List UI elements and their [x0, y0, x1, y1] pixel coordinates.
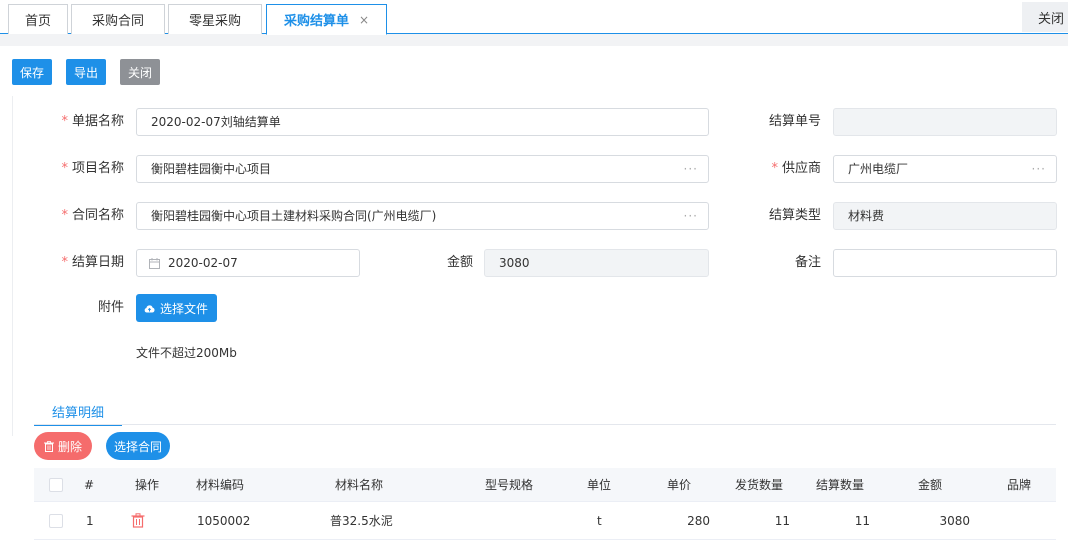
tab-purchase-contract[interactable]: 采购合同 [71, 4, 165, 34]
field-value: 材料费 [848, 209, 885, 223]
row-index: 1 [86, 513, 94, 528]
row-code: 1050002 [197, 513, 251, 528]
select-contract-button[interactable]: 选择合同 [106, 432, 170, 460]
col-code: 材料编码 [196, 478, 245, 492]
close-button[interactable]: 关闭 [120, 59, 160, 85]
tab-label: 首页 [24, 14, 51, 29]
required-mark: * [61, 208, 68, 223]
remark-label: 备注 [794, 255, 821, 270]
col-name: 材料名称 [335, 478, 384, 492]
more-icon[interactable]: ··· [1032, 156, 1046, 182]
required-mark: * [61, 161, 68, 176]
table-row[interactable]: 1 1050002 普32.5水泥 t 280 11 11 3080 [34, 502, 1056, 540]
col-index: # [84, 477, 95, 492]
tab-divider [34, 424, 1056, 425]
cloud-upload-icon [144, 304, 155, 312]
upload-file-button[interactable]: 选择文件 [136, 294, 217, 322]
project-lookup[interactable]: 衡阳碧桂园衡中心项目 ··· [136, 155, 709, 183]
settle-no-input [833, 108, 1057, 136]
trash-icon [131, 513, 145, 528]
row-name: 普32.5水泥 [330, 514, 393, 528]
select-all-checkbox[interactable] [34, 468, 78, 501]
more-icon[interactable]: ··· [684, 203, 698, 229]
amount-label: 金额 [446, 255, 473, 270]
export-button[interactable]: 导出 [66, 59, 106, 85]
row-unit: t [597, 513, 602, 528]
row-price: 280 [687, 513, 710, 528]
field-value: 2020-02-07 [168, 256, 238, 270]
field-value: 2020-02-07刘轴结算单 [151, 115, 281, 129]
tab-sporadic-purchase[interactable]: 零星采购 [168, 4, 262, 34]
upload-hint: 文件不超过200Mb [136, 346, 237, 360]
field-value: 3080 [499, 256, 530, 270]
tab-label: 采购合同 [91, 14, 144, 29]
settle-type-label: 结算类型 [768, 208, 821, 223]
col-ship-qty: 发货数量 [735, 478, 784, 492]
settle-type-input: 材料费 [833, 202, 1057, 230]
label-text: 单据名称 [71, 114, 124, 129]
tab-bar: 首页 采购合同 零星采购 采购结算单 × 关闭 [0, 0, 1068, 35]
field-value: 衡阳碧桂园衡中心项目土建材料采购合同(广州电缆厂) [151, 209, 437, 223]
date-label: * 结算日期 [13, 249, 124, 277]
save-button[interactable]: 保存 [12, 59, 52, 85]
label-text: 项目名称 [71, 161, 124, 176]
doc-name-input[interactable]: 2020-02-07刘轴结算单 [136, 108, 709, 136]
col-brand: 品牌 [1007, 478, 1032, 492]
main-panel: 保存 导出 关闭 * 单据名称 2020-02-07刘轴结算单 结算单号 * 项目名… [0, 46, 1068, 553]
col-spec: 型号规格 [485, 478, 534, 492]
more-icon[interactable]: ··· [684, 156, 698, 182]
required-mark: * [61, 255, 68, 270]
required-mark: * [771, 161, 778, 176]
label-text: 供应商 [781, 161, 821, 176]
tab-settlement-detail[interactable]: 结算明细 [34, 398, 122, 426]
trash-icon [43, 440, 54, 452]
calendar-icon [149, 258, 160, 269]
delete-button-label: 删除 [57, 439, 82, 454]
close-all-label: 关闭 [1038, 11, 1065, 27]
tab-label: 零星采购 [188, 14, 241, 29]
close-icon[interactable]: × [359, 13, 369, 27]
row-ship-qty: 11 [774, 513, 790, 528]
field-value: 广州电缆厂 [848, 162, 909, 176]
attachment-label: 附件 [97, 300, 124, 315]
settlement-form: * 单据名称 2020-02-07刘轴结算单 结算单号 * 项目名称 衡阳碧桂园衡中… [12, 96, 1068, 436]
row-settle-qty: 11 [854, 513, 870, 528]
col-amount: 金额 [918, 478, 943, 492]
table-header: # 操作 材料编码 材料名称 型号规格 单位 单价 发货数量 结算数量 金额 品… [34, 468, 1056, 502]
supplier-label: * 供应商 [713, 155, 821, 183]
contract-label: * 合同名称 [13, 202, 124, 230]
row-amount: 3080 [939, 513, 970, 528]
field-value: 衡阳碧桂园衡中心项目 [151, 162, 272, 176]
required-mark: * [61, 114, 68, 129]
col-unit: 单位 [587, 478, 612, 492]
tab-purchase-settlement[interactable]: 采购结算单 × [266, 4, 387, 35]
delete-button[interactable]: 删除 [34, 432, 92, 460]
checkbox-box [49, 477, 63, 492]
label-text: 结算日期 [71, 255, 124, 270]
doc-name-label: * 单据名称 [13, 108, 124, 136]
label-text: 合同名称 [71, 208, 124, 223]
checkbox-box [49, 513, 63, 528]
project-label: * 项目名称 [13, 155, 124, 183]
settle-no-label: 结算单号 [768, 114, 821, 129]
remark-input[interactable] [833, 249, 1057, 277]
row-delete-action[interactable] [131, 502, 145, 539]
upload-button-label: 选择文件 [160, 301, 209, 316]
contract-lookup[interactable]: 衡阳碧桂园衡中心项目土建材料采购合同(广州电缆厂) ··· [136, 202, 709, 230]
col-settle-qty: 结算数量 [816, 478, 865, 492]
tab-label: 采购结算单 [283, 14, 349, 29]
supplier-lookup[interactable]: 广州电缆厂 ··· [833, 155, 1057, 183]
tab-home[interactable]: 首页 [8, 4, 68, 34]
amount-input: 3080 [484, 249, 709, 277]
date-picker[interactable]: 2020-02-07 [136, 249, 360, 277]
row-checkbox[interactable] [34, 502, 78, 539]
close-all-tabs-button[interactable]: 关闭 [1022, 2, 1068, 32]
col-price: 单价 [667, 478, 692, 492]
col-action: 操作 [135, 478, 160, 492]
